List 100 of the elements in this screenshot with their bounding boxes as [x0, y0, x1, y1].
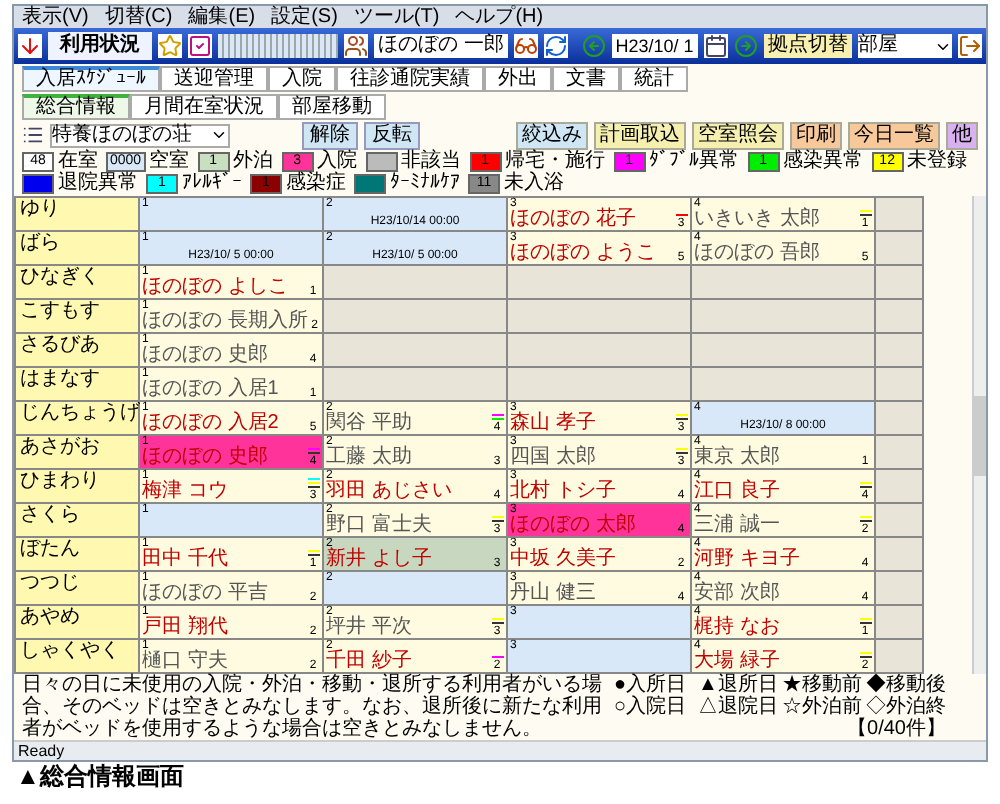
- menu-item[interactable]: 編集(E): [188, 6, 256, 28]
- switch-button[interactable]: 拠点切替: [763, 34, 852, 58]
- tab[interactable]: 総合情報: [22, 94, 130, 120]
- resident-name: 江口 良子: [694, 482, 782, 502]
- legend-label: 未入浴: [504, 174, 564, 194]
- action-button[interactable]: 空室照会: [692, 121, 784, 149]
- resident-name: 丹山 健三: [510, 584, 598, 604]
- menu-item[interactable]: 表示(V): [22, 6, 89, 28]
- tab[interactable]: 送迎管理: [160, 66, 268, 92]
- menu-item[interactable]: ヘルプ(H): [455, 6, 544, 28]
- action-button[interactable]: 絞込み: [516, 121, 588, 149]
- action-button[interactable]: 今日一覧: [848, 121, 940, 149]
- room-name[interactable]: しゃくやく: [16, 640, 140, 672]
- tab[interactable]: 月間在室状況: [130, 94, 278, 120]
- resident-name: 羽田 あじさい: [326, 482, 454, 502]
- action-button[interactable]: 解除: [302, 121, 358, 149]
- action-button[interactable]: 印刷: [790, 121, 842, 149]
- resident-name: 新井 よし子: [326, 550, 434, 570]
- symbol-legend: ▲退所日: [698, 674, 778, 696]
- symbol-legend: ●入所日: [614, 674, 694, 696]
- resident-name: ほのぼの 平吉: [142, 584, 270, 604]
- menu-item[interactable]: 切替(C): [104, 6, 173, 28]
- room-name[interactable]: ぼたん: [16, 538, 140, 570]
- arrow-left-icon[interactable]: [581, 34, 606, 58]
- exit-icon[interactable]: [958, 34, 982, 58]
- action-button[interactable]: 他: [946, 121, 978, 149]
- facility-select[interactable]: 特養ほのぼの荘: [50, 123, 230, 147]
- tab[interactable]: 部屋移動: [278, 94, 386, 120]
- resident-name: 四国 太郎: [510, 448, 598, 468]
- legend-label: 感染症: [286, 174, 346, 194]
- resident-name: 梅津 コウ: [142, 482, 230, 502]
- symbol-legend: △退院日: [698, 696, 778, 718]
- glasses-icon[interactable]: [513, 34, 538, 58]
- legend-label: ｱﾚﾙｷﾞｰ: [182, 174, 242, 194]
- footnote: 日々の日に未使用の入院・外泊・移動・退所する利用者がいる場合、そのベッドは空きとみなします。なお、退所後に新たな利用者がベッドを使用するような場合は空きとみなしません。: [22, 674, 604, 740]
- room-name[interactable]: こすもす: [16, 300, 140, 332]
- resident-name: 工藤 太助: [326, 448, 414, 468]
- resident-name: 中坂 久美子: [510, 550, 618, 570]
- room-name[interactable]: はまなす: [16, 368, 140, 400]
- calendar-icon[interactable]: [703, 34, 728, 58]
- symbol-legend: ◇外泊終: [866, 696, 946, 718]
- users-icon[interactable]: [344, 34, 368, 58]
- resident-name: ほのぼの ようこ: [510, 244, 658, 264]
- arrow-down-icon[interactable]: [18, 34, 42, 58]
- resident-name: 東京 太郎: [694, 448, 782, 468]
- list-icon[interactable]: [22, 124, 44, 146]
- symbol-legend: ☆外泊前: [782, 696, 862, 718]
- view-select[interactable]: 部屋: [857, 34, 952, 58]
- dotted-field[interactable]: [218, 34, 338, 58]
- resident-name: 北村 トシ子: [510, 482, 618, 502]
- resident-name: 戸田 翔代: [142, 618, 230, 638]
- tab[interactable]: 入院: [268, 66, 336, 92]
- resident-name: いきいき 太郎: [694, 210, 822, 230]
- resident-name: 森山 孝子: [510, 414, 598, 434]
- room-name[interactable]: ひまわり: [16, 470, 140, 502]
- room-name[interactable]: じんちょうげ: [16, 402, 140, 434]
- resident-name: 河野 キヨ子: [694, 550, 802, 570]
- symbol-legend: ◆移動後: [866, 674, 946, 696]
- legend-label: 非該当: [401, 152, 462, 172]
- room-name[interactable]: あやめ: [16, 606, 140, 638]
- tab[interactable]: 入居ｽｹｼﾞｭｰﾙ: [22, 66, 160, 92]
- room-name[interactable]: さるびあ: [16, 334, 140, 366]
- action-button[interactable]: 計画取込: [594, 121, 686, 149]
- room-name[interactable]: ゆり: [16, 198, 140, 230]
- menu-item[interactable]: 設定(S): [271, 6, 338, 28]
- record-count: 【0/40件】: [847, 718, 946, 740]
- resident-name: ほのぼの よしこ: [142, 278, 290, 298]
- screen-title: 利用状況: [48, 32, 152, 60]
- symbol-legend: ○入院日: [614, 696, 694, 718]
- select-value: 部屋: [857, 34, 900, 58]
- room-name[interactable]: つつじ: [16, 572, 140, 604]
- status-bar: Ready: [14, 740, 986, 760]
- user-field[interactable]: ほのぼの 一郎: [374, 34, 508, 58]
- resident-name: ほのぼの 史郎: [142, 448, 270, 468]
- tab[interactable]: 統計: [620, 66, 688, 92]
- star-icon[interactable]: [158, 34, 182, 58]
- caption: ▲総合情報画面: [14, 762, 186, 790]
- action-button[interactable]: 反転: [364, 121, 420, 149]
- select-value: 特養ほのぼの荘: [52, 125, 194, 145]
- resident-name: 田中 千代: [142, 550, 230, 570]
- tab[interactable]: 文書: [552, 66, 620, 92]
- tab[interactable]: 往診通院実績: [336, 66, 484, 92]
- resident-name: 安部 次郎: [694, 584, 782, 604]
- room-name[interactable]: さくら: [16, 504, 140, 536]
- room-name[interactable]: あさがお: [16, 436, 140, 468]
- resident-name: ほのぼの 入居2: [142, 414, 281, 434]
- date-field[interactable]: H23/10/ 1: [611, 34, 698, 58]
- checkbox-icon[interactable]: [188, 34, 212, 58]
- legend-label: 未登録: [907, 152, 968, 172]
- legend-label: 在室: [58, 152, 98, 172]
- room-name[interactable]: ばら: [16, 232, 140, 264]
- room-name[interactable]: ひなぎく: [16, 266, 140, 298]
- chevron-down-icon: [210, 126, 228, 144]
- menu-item[interactable]: ツール(T): [353, 6, 440, 28]
- legend-label: ﾀﾞﾌﾞﾙ異常: [649, 152, 740, 172]
- symbol-legend: ★移動前: [782, 674, 862, 696]
- tab[interactable]: 外出: [484, 66, 552, 92]
- resident-name: 関谷 平助: [326, 414, 414, 434]
- refresh-icon[interactable]: [543, 34, 568, 58]
- resident-name: 千田 紗子: [326, 652, 414, 672]
